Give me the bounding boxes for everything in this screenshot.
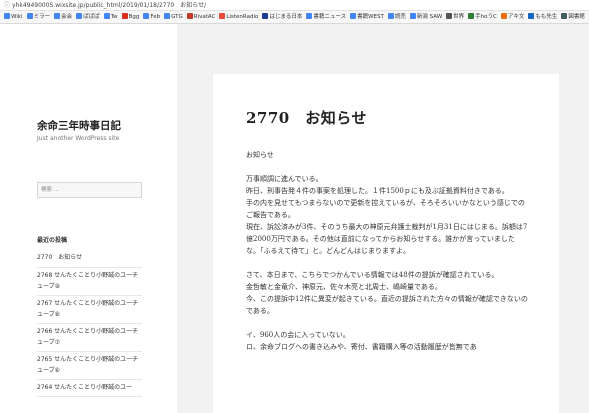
bookmark-label: Tw: [110, 14, 118, 20]
bookmark-label: ミラー: [33, 14, 51, 20]
google-icon: [4, 12, 10, 19]
google-icon: [103, 12, 110, 19]
post-paragraph: イ、960人の会に入っていない。 ロ、余命ブログへの書き込みや、寄付、書籍購入等…: [246, 331, 477, 351]
google-icon: [76, 12, 83, 19]
bookmark-item[interactable]: 書籍ニュース: [306, 11, 347, 23]
green-square-icon: [468, 12, 475, 19]
blue-square-icon: [262, 12, 269, 19]
google-icon: [143, 12, 150, 19]
google-icon: [387, 12, 394, 19]
google-icon: [409, 12, 416, 19]
google-icon: [350, 12, 357, 19]
bookmark-label: 書籍WEST: [357, 14, 384, 20]
search-input[interactable]: 検索 ...: [37, 182, 142, 198]
grid-icon: [561, 12, 568, 19]
recent-posts-heading: 最近の投稿: [37, 237, 68, 244]
bookmark-label: 書籍ニュース: [313, 14, 347, 20]
bookmark-label: 読売: [394, 14, 406, 20]
bookmark-item[interactable]: 世界: [446, 11, 465, 23]
bookmark-item[interactable]: ListenRadio: [219, 11, 259, 23]
bookmark-label: 世界: [453, 14, 465, 20]
red-square-icon: [121, 12, 128, 19]
radio-icon: [219, 12, 226, 19]
post-paragraph: 万事順調に進んでいる。 昨日、刑事告発４件の事案を処理した。１件1500ｐにも及…: [246, 175, 528, 255]
bookmark-item[interactable]: ぱぱぱ: [76, 11, 100, 23]
recent-posts-list: 2770 お知らせ 2768 せんたくことり小野誠のユーチューブ⑨ 2767 せんた…: [37, 250, 142, 397]
recent-post-link[interactable]: 2767 せんたくことり小野誠のユーチューブ⑧: [37, 296, 142, 324]
recent-post-link[interactable]: 2764 せんたくことり小野誠のユー: [37, 380, 142, 397]
bookmark-label: Wiki: [11, 14, 23, 20]
post-title[interactable]: 2770 お知らせ: [246, 107, 367, 128]
post-paragraph: お知らせ: [246, 151, 274, 159]
google-icon: [26, 12, 33, 19]
bookmark-item[interactable]: Wiki: [4, 11, 23, 23]
site-title[interactable]: 余命三年時事日記: [37, 118, 121, 133]
bookmark-label: もも先生: [535, 14, 558, 20]
bookmark-label: 新潟 SAW: [416, 14, 443, 20]
recent-post-link[interactable]: 2770 お知らせ: [37, 250, 142, 268]
bookmark-item[interactable]: Bgg: [121, 11, 140, 23]
post-card: 2770 お知らせ お知らせ万事順調に進んでいる。 昨日、刑事告発４件の事案を処…: [213, 74, 559, 413]
recent-post-link[interactable]: 2765 せんたくことり小野誠のユーチューブ⑥: [37, 352, 142, 380]
orange-square-icon: [500, 12, 507, 19]
google-icon: [54, 12, 61, 19]
recent-post-link[interactable]: 2768 せんたくことり小野誠のユーチューブ⑨: [37, 268, 142, 296]
bookmark-label: Feb: [150, 14, 161, 20]
recent-post-link[interactable]: 2766 せんたくことり小野誠のユーチューブ⑦: [37, 324, 142, 352]
bookmark-label: GTG: [171, 14, 183, 20]
bookmark-item[interactable]: 書籍WEST: [350, 11, 384, 23]
site-description: Just another WordPress site: [37, 135, 120, 142]
post-content: お知らせ万事順調に進んでいる。 昨日、刑事告発４件の事案を処理した。１件1500…: [246, 149, 528, 365]
bookmark-item[interactable]: もも先生: [528, 11, 558, 23]
bookmark-label: アキ文: [507, 14, 525, 20]
post-paragraph: さて、本日まで、こちらでつかんでいる情報では48件の提訴が確認されている。 金哲…: [246, 271, 528, 315]
bookmark-label: RivatAC: [193, 14, 216, 20]
bookmark-item[interactable]: 読売: [387, 11, 406, 23]
bookmark-label: ぱぱぱ: [83, 14, 100, 20]
blue-circle-icon: [528, 12, 535, 19]
bookmark-item[interactable]: 新潟 SAW: [409, 11, 443, 23]
bookmark-label: ListenRadio: [226, 14, 259, 20]
page-info-icon[interactable]: ⓘ: [4, 0, 10, 11]
bookmark-label: 図書館: [568, 14, 585, 20]
bookmark-item[interactable]: 図書館: [561, 11, 585, 23]
bookmark-label: 会会: [61, 14, 73, 20]
globe-icon: [446, 12, 453, 19]
address-bar[interactable]: ⓘ yhk4949000S.wixsite.jp/public_html/201…: [0, 0, 589, 11]
bookmark-item[interactable]: Tw: [103, 11, 118, 23]
bookmark-label: Bgg: [128, 14, 140, 20]
bookmark-item[interactable]: ミラー: [26, 11, 51, 23]
bookmark-item[interactable]: GTG: [164, 11, 183, 23]
pin-icon: [186, 12, 193, 19]
bookmark-item[interactable]: はじまる日本: [262, 11, 303, 23]
bookmark-item[interactable]: 会会: [54, 11, 73, 23]
url-text: yhk4949000S.wixsite.jp/public_html/2019/…: [12, 2, 207, 9]
bookmark-label: はじまる日本: [269, 14, 303, 20]
bookmark-label: 手hoうC: [475, 14, 497, 20]
bookmark-item[interactable]: Feb: [143, 11, 161, 23]
google-icon: [306, 12, 313, 19]
bookmark-item[interactable]: 手hoうC: [468, 11, 497, 23]
bookmarks-bar: Wiki ミラー 会会 ぱぱぱ Tw Bgg Feb GTG RivatAC ListenRadi…: [0, 11, 589, 24]
bookmark-item[interactable]: アキ文: [500, 11, 525, 23]
google-icon: [164, 12, 171, 19]
bookmark-item[interactable]: RivatAC: [186, 11, 216, 23]
